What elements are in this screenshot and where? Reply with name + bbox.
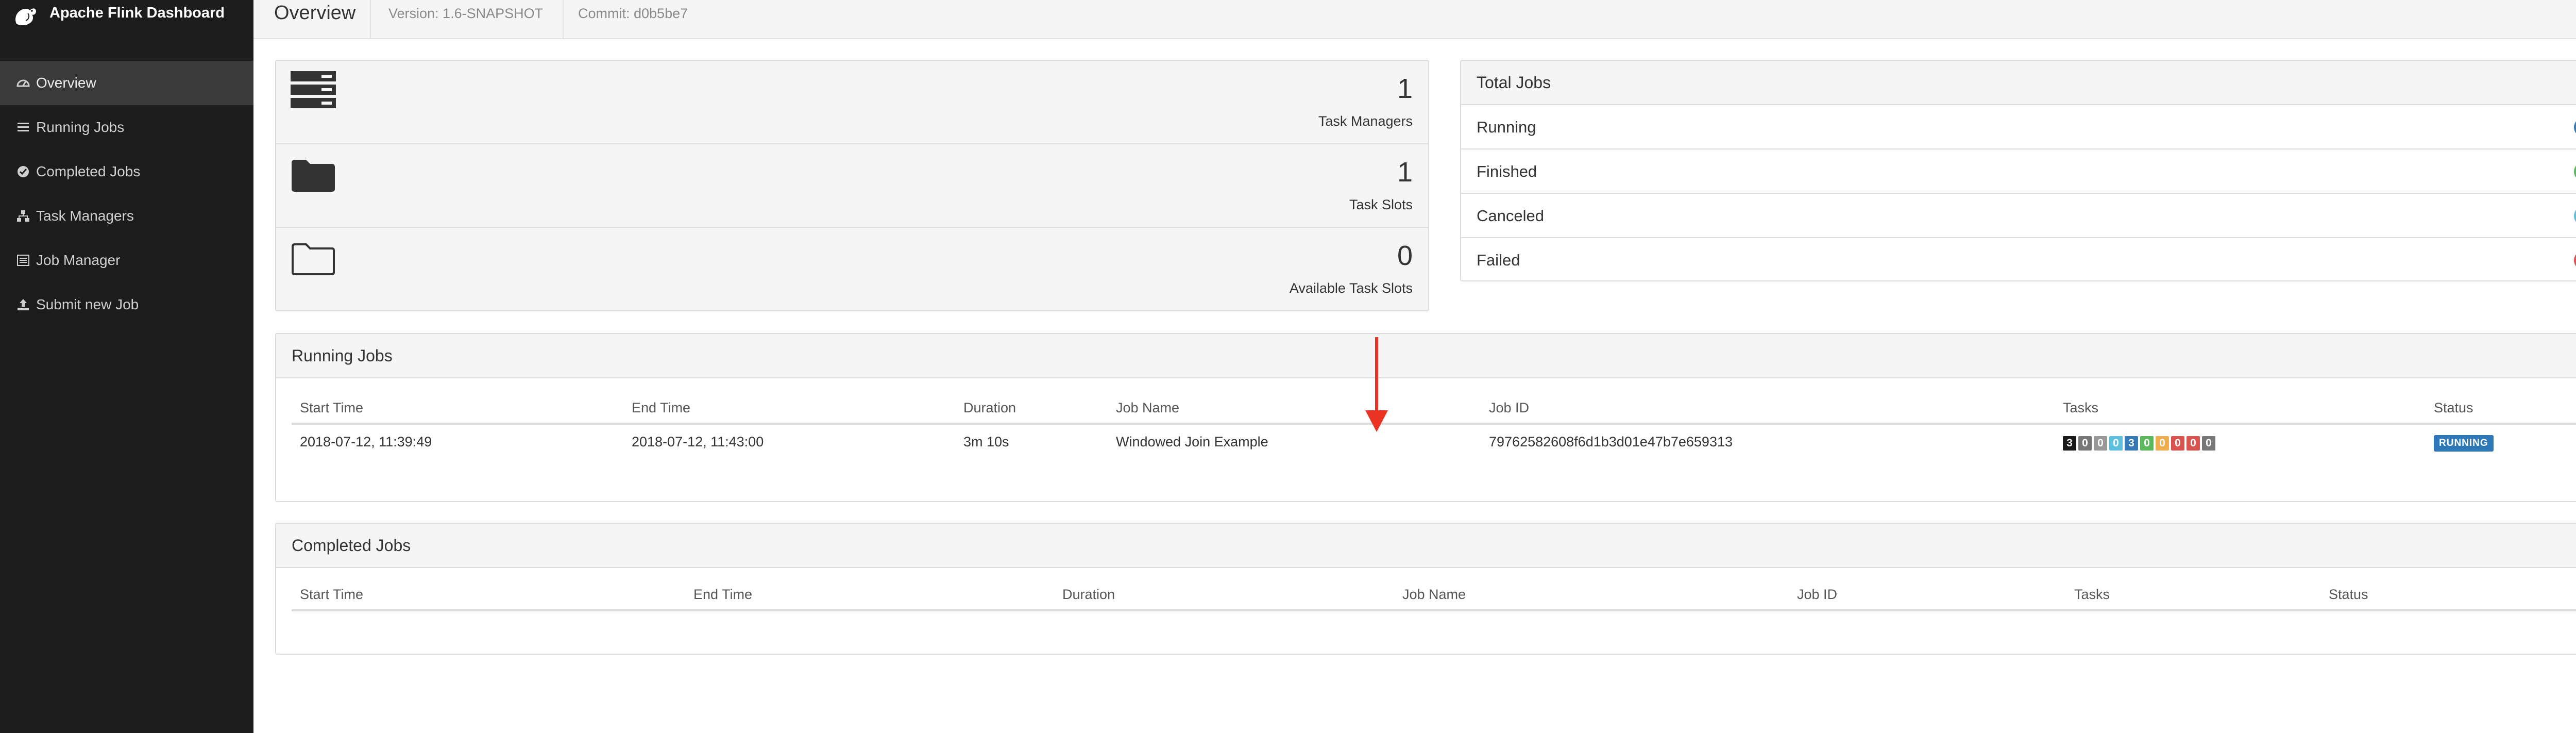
column-header-start-time[interactable]: Start Time bbox=[300, 587, 363, 603]
app-title: Apache Flink Dashboard bbox=[49, 5, 225, 21]
server-stack-icon bbox=[291, 71, 336, 108]
count-badge: 1 bbox=[2574, 118, 2576, 137]
sidebar-item-label: Submit new Job bbox=[36, 296, 139, 312]
task-count-box: 0 bbox=[2187, 436, 2200, 451]
column-header-status[interactable]: Status bbox=[2329, 587, 2368, 603]
end-time-cell: 2018-07-12, 11:43:00 bbox=[632, 434, 764, 449]
task-status-counts: 3 0 0 0 3 0 0 0 0 0 bbox=[2063, 436, 2217, 451]
job-count-failed[interactable]: Failed 0 bbox=[1461, 238, 2576, 280]
metric-value: 0 bbox=[1397, 240, 1413, 271]
folder-outline-icon bbox=[292, 243, 335, 275]
annotation-arrow bbox=[1375, 337, 1378, 412]
sidebar-item-label: Task Managers bbox=[36, 208, 134, 224]
commit-info: Commit: d0b5be7 bbox=[578, 6, 688, 21]
header-divider bbox=[370, 0, 371, 38]
version-info: Version: 1.6-SNAPSHOT bbox=[388, 6, 544, 21]
column-header-job-id[interactable]: Job ID bbox=[1489, 400, 1529, 416]
cluster-metrics-panel: 1 Task Managers 1 Task Slots 0 Available… bbox=[275, 60, 1429, 311]
sitemap-icon bbox=[15, 208, 31, 224]
sidebar-item-label: Running Jobs bbox=[36, 119, 125, 135]
sidebar-item-label: Overview bbox=[36, 75, 96, 91]
header-divider bbox=[563, 0, 564, 38]
column-header-job-name[interactable]: Job Name bbox=[1116, 400, 1179, 416]
brand[interactable]: Apache Flink Dashboard bbox=[0, 0, 253, 28]
job-id-cell: 79762582608f6d1b3d01e47b7e659313 bbox=[1489, 434, 1733, 449]
job-count-label: Failed bbox=[1477, 251, 1520, 269]
panel-heading: Total Jobs bbox=[1461, 61, 2576, 105]
task-count-box: 0 bbox=[2202, 436, 2215, 451]
column-header-duration[interactable]: Duration bbox=[1062, 587, 1115, 603]
column-header-tasks[interactable]: Tasks bbox=[2074, 587, 2110, 603]
task-count-box: 0 bbox=[2156, 436, 2169, 451]
check-circle-icon bbox=[15, 164, 31, 179]
task-count-box: 3 bbox=[2063, 436, 2076, 451]
panel-heading: Completed Jobs bbox=[276, 524, 2576, 568]
folder-solid-icon bbox=[292, 160, 335, 192]
job-count-label: Canceled bbox=[1477, 207, 1544, 225]
dashboard-icon bbox=[15, 75, 31, 91]
annotation-arrow-head bbox=[1365, 410, 1388, 432]
job-count-label: Finished bbox=[1477, 162, 1537, 180]
metric-label: Task Managers bbox=[1318, 113, 1413, 129]
total-jobs-panel: Total Jobs Running 1 Finished 0 Canceled… bbox=[1460, 60, 2576, 281]
upload-icon bbox=[15, 297, 31, 312]
metric-label: Available Task Slots bbox=[1289, 280, 1413, 296]
column-header-end-time[interactable]: End Time bbox=[632, 400, 690, 416]
column-header-end-time[interactable]: End Time bbox=[693, 587, 752, 603]
count-badge: 0 bbox=[2574, 162, 2576, 181]
metric-label: Task Slots bbox=[1349, 197, 1413, 212]
count-badge: 0 bbox=[2574, 206, 2576, 226]
sidebar-item-label: Completed Jobs bbox=[36, 163, 141, 179]
count-badge: 0 bbox=[2574, 251, 2576, 270]
column-header-start-time[interactable]: Start Time bbox=[300, 400, 363, 416]
job-count-finished[interactable]: Finished 0 bbox=[1461, 149, 2576, 194]
table-row[interactable]: 2018-07-12, 11:39:49 2018-07-12, 11:43:0… bbox=[292, 425, 2576, 463]
task-count-box: 0 bbox=[2094, 436, 2107, 451]
running-jobs-panel: Running Jobs Start Time End Time Duratio… bbox=[275, 333, 2576, 502]
running-jobs-table: Start Time End Time Duration Job Name Jo… bbox=[292, 395, 2576, 463]
metric-task-slots: 1 Task Slots bbox=[276, 144, 1428, 228]
table-header: Start Time End Time Duration Job Name Jo… bbox=[292, 395, 2576, 425]
page-title: Overview bbox=[274, 2, 356, 24]
sidebar-item-submit-new-job[interactable]: Submit new Job bbox=[0, 282, 253, 327]
sidebar-item-overview[interactable]: Overview bbox=[0, 61, 253, 105]
column-header-job-name[interactable]: Job Name bbox=[1402, 587, 1466, 603]
column-header-status[interactable]: Status bbox=[2434, 400, 2473, 416]
column-header-job-id[interactable]: Job ID bbox=[1797, 587, 1837, 603]
task-count-box: 0 bbox=[2109, 436, 2123, 451]
metric-task-managers: 1 Task Managers bbox=[276, 61, 1428, 144]
metric-available-task-slots: 0 Available Task Slots bbox=[276, 228, 1428, 310]
table-header: Start Time End Time Duration Job Name Jo… bbox=[292, 581, 2576, 611]
column-header-tasks[interactable]: Tasks bbox=[2063, 400, 2098, 416]
job-count-canceled[interactable]: Canceled 0 bbox=[1461, 194, 2576, 238]
task-count-box: 3 bbox=[2125, 436, 2138, 451]
sidebar-item-completed-jobs[interactable]: Completed Jobs bbox=[0, 149, 253, 194]
task-count-box: 0 bbox=[2078, 436, 2092, 451]
job-count-running[interactable]: Running 1 bbox=[1461, 105, 2576, 149]
sidebar-item-running-jobs[interactable]: Running Jobs bbox=[0, 105, 253, 149]
metric-value: 1 bbox=[1397, 73, 1413, 104]
panel-heading: Running Jobs bbox=[276, 334, 2576, 378]
task-count-box: 0 bbox=[2140, 436, 2154, 451]
job-name-cell: Windowed Join Example bbox=[1116, 434, 1268, 449]
flink-squirrel-logo bbox=[15, 8, 36, 25]
sidebar-item-task-managers[interactable]: Task Managers bbox=[0, 194, 253, 238]
task-count-box: 0 bbox=[2171, 436, 2184, 451]
duration-cell: 3m 10s bbox=[963, 434, 1009, 449]
top-header: Overview Version: 1.6-SNAPSHOT Commit: d… bbox=[253, 0, 2576, 39]
column-header-duration[interactable]: Duration bbox=[963, 400, 1016, 416]
metric-value: 1 bbox=[1397, 157, 1413, 188]
tasks-list-icon bbox=[15, 120, 31, 135]
completed-jobs-table: Start Time End Time Duration Job Name Jo… bbox=[292, 581, 2576, 611]
sidebar-nav: Overview Running Jobs Completed Jobs Tas… bbox=[0, 61, 253, 327]
status-badge: RUNNING bbox=[2434, 435, 2494, 452]
start-time-cell: 2018-07-12, 11:39:49 bbox=[300, 434, 432, 449]
sidebar-item-job-manager[interactable]: Job Manager bbox=[0, 238, 253, 282]
job-count-label: Running bbox=[1477, 118, 1536, 136]
sidebar-item-label: Job Manager bbox=[36, 252, 121, 268]
completed-jobs-panel: Completed Jobs Start Time End Time Durat… bbox=[275, 523, 2576, 655]
sidebar: Apache Flink Dashboard Overview Running … bbox=[0, 0, 253, 733]
list-alt-icon bbox=[15, 253, 31, 268]
